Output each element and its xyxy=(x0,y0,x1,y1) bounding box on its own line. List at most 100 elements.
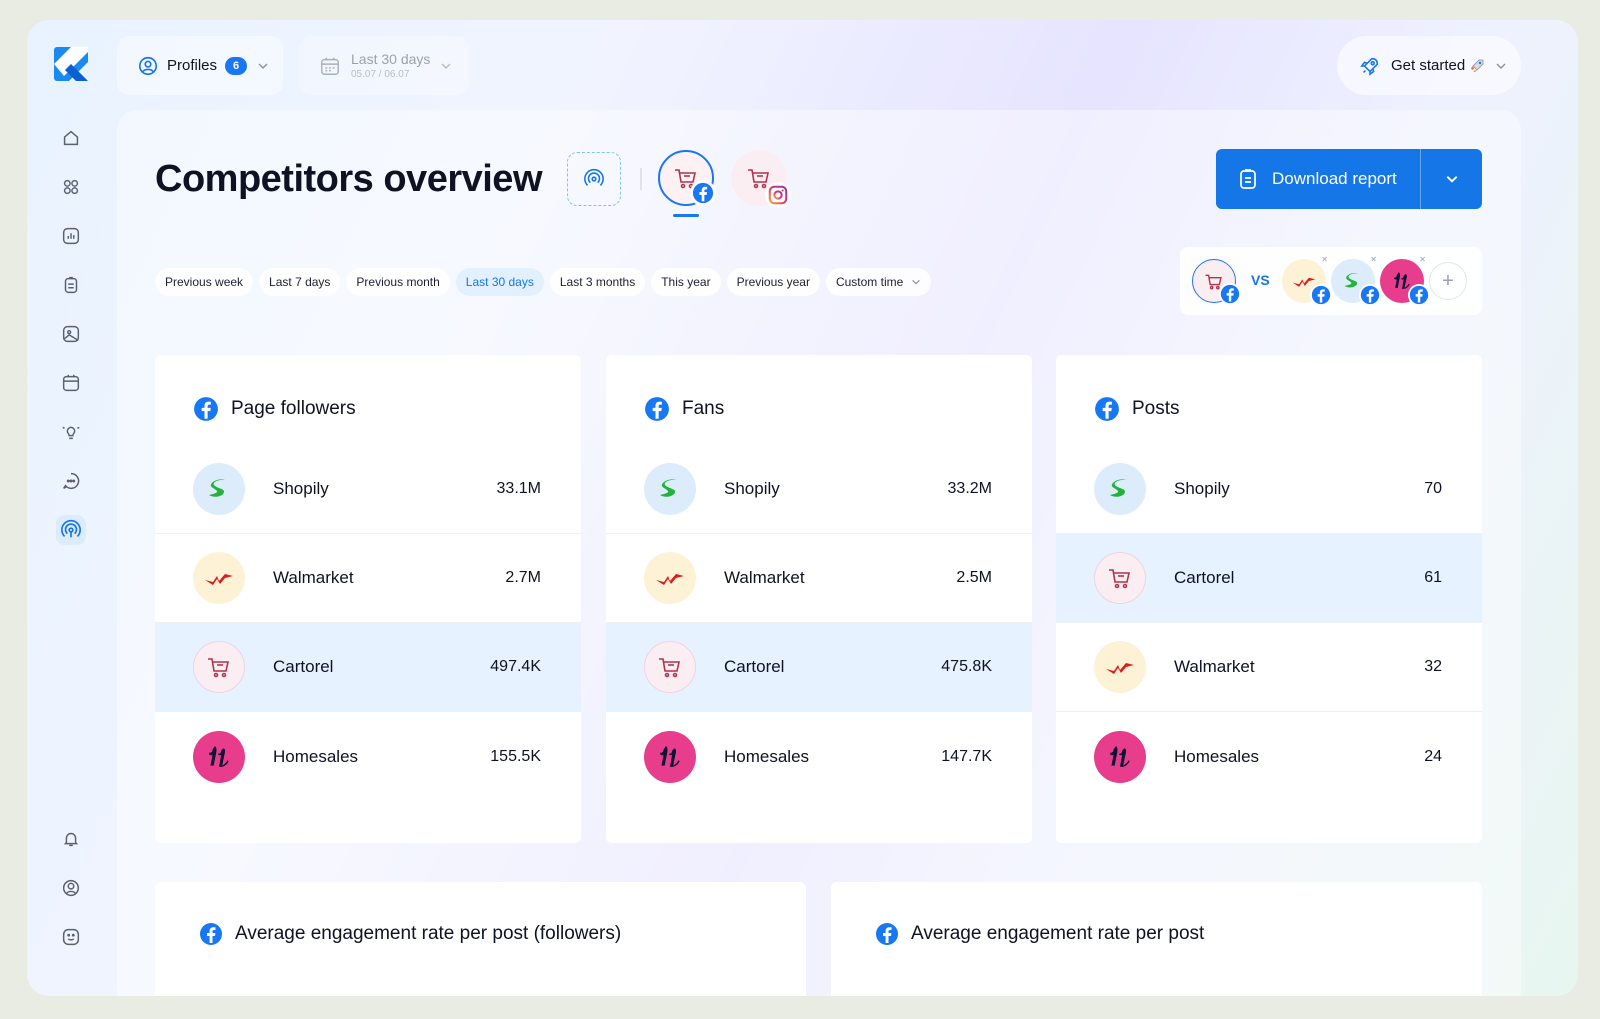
timeframe-filters: Previous week Last 7 days Previous month… xyxy=(155,268,932,296)
source-cartorel-instagram[interactable] xyxy=(731,150,791,208)
compare-cartorel[interactable] xyxy=(1192,259,1241,305)
user-circle-icon xyxy=(138,56,158,75)
shopping-cart-icon xyxy=(644,641,696,693)
date-range-picker[interactable]: Last 30 days 05.07 / 06.07 xyxy=(299,36,469,95)
table-row[interactable]: Homesales 24 xyxy=(1056,712,1482,801)
shopily-logo-icon xyxy=(193,463,245,515)
profiles-label: Profiles xyxy=(167,57,218,74)
competitor-name: Cartorel xyxy=(1174,568,1235,587)
page-title: Competitors overview xyxy=(155,158,543,200)
date-range-sub: 05.07 / 06.07 xyxy=(351,69,410,80)
facebook-icon xyxy=(1408,284,1430,306)
analytics-icon[interactable] xyxy=(56,221,86,251)
main-panel: Competitors overview Download report Pre… xyxy=(117,110,1521,996)
card-title: Posts xyxy=(1094,396,1180,422)
shopily-logo-icon xyxy=(644,463,696,515)
shopping-cart-icon xyxy=(1094,552,1146,604)
remove-competitor-icon[interactable]: ✕ xyxy=(1321,255,1328,264)
metric-value: 61 xyxy=(1424,569,1442,586)
posts-card: Posts Shopily 70 Cartorel 61 Walmarket 3… xyxy=(1056,355,1482,843)
add-competitor-button[interactable] xyxy=(567,152,621,206)
competitor-name: Homesales xyxy=(724,746,810,766)
chat-icon[interactable] xyxy=(56,466,86,496)
vs-label: VS xyxy=(1251,272,1270,288)
user-circle-icon[interactable] xyxy=(56,873,86,903)
image-icon[interactable] xyxy=(56,319,86,349)
compare-walmarket[interactable]: ✕ xyxy=(1282,255,1332,306)
bulb-icon[interactable] xyxy=(56,417,86,447)
metric-value: 2.5M xyxy=(956,569,992,586)
date-range-label: Last 30 days xyxy=(351,51,431,67)
rocket-icon xyxy=(1360,57,1379,76)
competitors-icon[interactable] xyxy=(56,515,86,545)
facebook-icon xyxy=(1219,283,1241,305)
table-row[interactable]: Shopily 70 xyxy=(1056,445,1482,534)
card-title: Average engagement rate per post xyxy=(875,922,1204,946)
timeframe-last-3-months[interactable]: Last 3 months xyxy=(549,268,646,296)
metric-value: 497.4K xyxy=(490,658,541,675)
metric-value: 33.1M xyxy=(496,480,541,497)
calendar-icon[interactable] xyxy=(56,368,86,398)
custom-time-label: Custom time xyxy=(835,275,904,289)
fans-card: Fans Shopily 33.2M Walmarket 2.5M Cartor… xyxy=(606,355,1032,843)
remove-competitor-icon[interactable]: ✕ xyxy=(1370,255,1377,264)
bell-icon[interactable] xyxy=(56,824,86,854)
table-row[interactable]: Walmarket 32 xyxy=(1056,623,1482,712)
facebook-icon xyxy=(194,397,218,421)
clipboard-icon xyxy=(1240,169,1256,189)
smile-icon[interactable] xyxy=(56,922,86,952)
table-row[interactable]: Homesales 147.7K xyxy=(606,712,1032,801)
apps-grid-icon[interactable] xyxy=(56,172,86,202)
table-row[interactable]: Shopily 33.2M xyxy=(606,445,1032,534)
competitors-icon xyxy=(584,168,604,186)
get-started-button[interactable]: Get started xyxy=(1337,36,1521,95)
timeframe-this-year[interactable]: This year xyxy=(651,268,721,296)
remove-competitor-icon[interactable]: ✕ xyxy=(1419,255,1426,264)
competitor-name: Homesales xyxy=(273,746,359,766)
metric-value: 155.5K xyxy=(490,747,541,765)
competitor-name: Cartorel xyxy=(724,657,785,676)
table-row[interactable]: Walmarket 2.5M xyxy=(606,534,1032,623)
timeframe-last-7-days[interactable]: Last 7 days xyxy=(259,268,341,296)
card-title-label: Page followers xyxy=(231,398,356,419)
facebook-icon xyxy=(876,923,898,945)
divider xyxy=(640,168,642,190)
table-row[interactable]: Cartorel 61 xyxy=(1056,534,1482,623)
competitor-name: Shopily xyxy=(273,479,329,498)
profiles-dropdown[interactable]: Profiles 6 xyxy=(117,36,283,95)
facebook-icon xyxy=(690,180,716,206)
facebook-icon xyxy=(200,923,222,945)
app-logo[interactable] xyxy=(54,47,88,81)
page-followers-card: Page followers Shopily 33.1M Walmarket 2… xyxy=(155,355,581,843)
download-options-toggle[interactable] xyxy=(1421,149,1482,209)
table-row[interactable]: Homesales 155.5K xyxy=(155,712,581,801)
competitor-name: Walmarket xyxy=(273,568,354,587)
compare-homesales[interactable]: ✕ xyxy=(1380,255,1430,306)
table-row[interactable]: Walmarket 2.7M xyxy=(155,534,581,623)
timeframe-previous-year[interactable]: Previous year xyxy=(726,268,820,296)
timeframe-custom-time[interactable]: Custom time xyxy=(825,268,932,296)
metric-value: 33.2M xyxy=(947,480,992,497)
table-row[interactable]: Shopily 33.1M xyxy=(155,445,581,534)
timeframe-previous-week[interactable]: Previous week xyxy=(155,268,254,296)
facebook-icon xyxy=(1310,284,1332,306)
chevron-down-icon xyxy=(912,279,921,285)
metric-value: 475.8K xyxy=(941,658,992,675)
competitor-name: Shopily xyxy=(724,479,780,498)
metric-value: 147.7K xyxy=(941,747,992,765)
source-cartorel-facebook[interactable] xyxy=(658,150,716,206)
selected-source-indicator xyxy=(673,214,699,217)
facebook-icon xyxy=(1359,284,1381,306)
clipboard-icon[interactable] xyxy=(56,270,86,300)
chevron-down-icon xyxy=(441,63,451,69)
home-icon[interactable] xyxy=(56,123,86,153)
download-report-main[interactable]: Download report xyxy=(1216,149,1421,209)
metric-value: 32 xyxy=(1424,658,1442,675)
table-row[interactable]: Cartorel 497.4K xyxy=(155,623,581,712)
get-started-label: Get started xyxy=(1391,57,1466,74)
add-competitor-button[interactable]: + xyxy=(1429,262,1467,300)
timeframe-last-30-days[interactable]: Last 30 days xyxy=(455,268,544,296)
table-row[interactable]: Cartorel 475.8K xyxy=(606,623,1032,712)
timeframe-previous-month[interactable]: Previous month xyxy=(346,268,450,296)
compare-shopily[interactable]: ✕ xyxy=(1331,255,1381,306)
